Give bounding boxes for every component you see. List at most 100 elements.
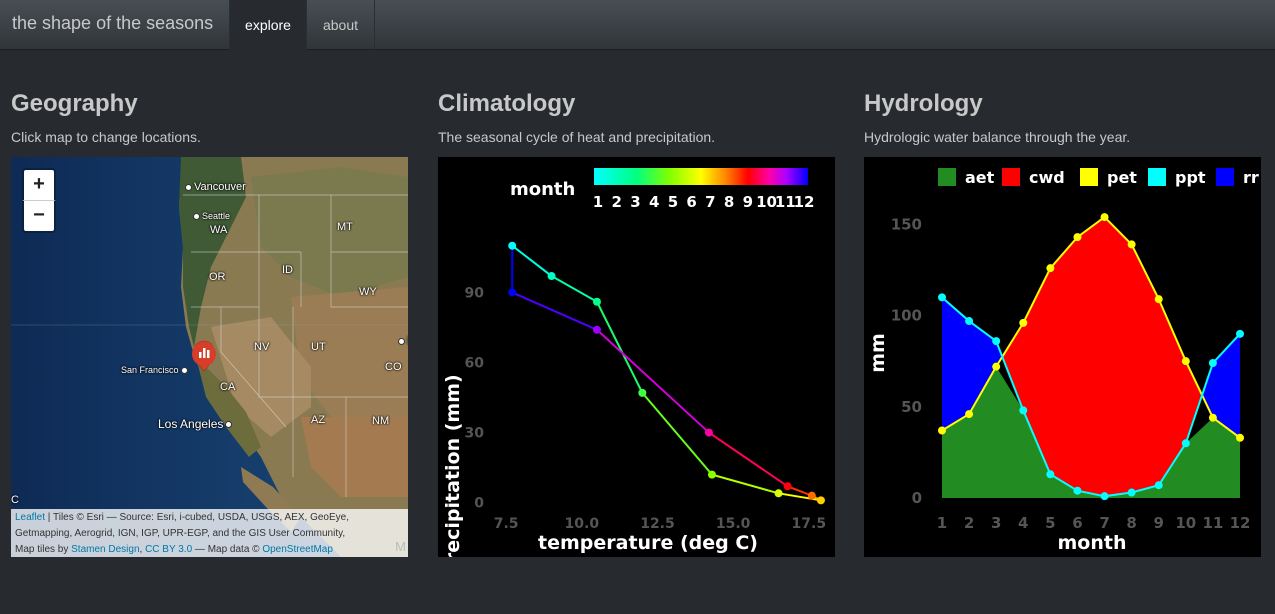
colorbar-tick-label: 4: [649, 193, 659, 211]
app-brand[interactable]: the shape of the seasons: [12, 13, 213, 34]
x-tick-label: 17.5: [792, 516, 827, 532]
climatology-point: [704, 428, 713, 437]
y-tick-label: 100: [891, 307, 922, 325]
climatology-segment: [711, 473, 779, 495]
map-label-nv: NV: [254, 341, 270, 353]
climatology-segment: [641, 392, 713, 476]
legend-swatch-aet: [938, 168, 956, 186]
pet-point: [1046, 264, 1055, 273]
ppt-point: [992, 337, 1001, 346]
colorbar-tick-label: 12: [794, 193, 815, 211]
climatology-point: [816, 496, 825, 505]
geography-title: Geography: [11, 90, 138, 117]
legend-swatch-pet: [1080, 168, 1098, 186]
map-label-nm: NM: [372, 415, 390, 427]
stamen-link[interactable]: Stamen Design: [71, 544, 139, 555]
map-label-ut: UT: [311, 341, 326, 353]
ppt-point: [1181, 439, 1190, 448]
climatology-svg: month 1 2 3 4 5 6 7 8 9 101112 0306090 7.5 10.0 12.…: [442, 168, 827, 557]
ppt-point: [1100, 492, 1109, 501]
zoom-out-button[interactable]: −: [22, 200, 56, 233]
attribution-line2: Getmapping, Aerogrid, IGN, IGP, UPR-EGP,…: [15, 528, 346, 539]
climatology-segment: [551, 275, 598, 303]
x-tick-label: 10.0: [565, 516, 600, 532]
legend-swatch-ppt: [1148, 168, 1166, 186]
x-tick-label: 4: [1018, 514, 1028, 532]
x-tick-label: 11: [1202, 514, 1223, 532]
climatology-xlabel: temperature (deg C): [538, 532, 758, 554]
x-tick-label: 7.5: [494, 516, 519, 532]
climatology-point: [508, 241, 517, 250]
map-label-seattle: Seattle: [191, 211, 230, 221]
climatology-segment: [511, 291, 598, 331]
geography-subtitle: Click map to change locations.: [11, 129, 201, 145]
climatology-ylabel: precipitation (mm): [442, 374, 464, 557]
x-tick-label: 7: [1099, 514, 1109, 532]
x-tick-label: 8: [1126, 514, 1136, 532]
x-tick-label: 6: [1072, 514, 1082, 532]
map-label-id: ID: [282, 264, 293, 276]
colorbar-tick-label: 6: [686, 193, 696, 211]
ppt-point: [1236, 329, 1244, 338]
legend-label-rr: rr: [1243, 168, 1259, 187]
map-label-los-angeles: Los Angeles: [158, 417, 234, 431]
y-tick-label: 50: [901, 398, 922, 416]
colorbar-tick-label: 3: [630, 193, 640, 211]
map-label-vancouver: Vancouver: [183, 181, 246, 193]
pet-point: [992, 362, 1001, 371]
climatology-point: [774, 489, 783, 498]
osm-link[interactable]: OpenStreetMap: [262, 544, 333, 555]
legend-label-pet: pet: [1107, 168, 1137, 187]
map-label-co: CO: [385, 361, 402, 373]
ppt-point: [1154, 481, 1163, 490]
map-label-az: AZ: [311, 414, 326, 426]
map[interactable]: + − Vancouver Seattle WA MT OR ID WY NV …: [11, 157, 408, 557]
zoom-in-button[interactable]: +: [22, 168, 56, 202]
y-tick-label: 150: [891, 215, 922, 233]
x-tick-label: 1: [937, 514, 947, 532]
tab-about[interactable]: about: [307, 0, 375, 50]
map-label-ca: CA: [220, 381, 236, 393]
legend-label-aet: aet: [965, 168, 995, 187]
y-tick-label: 60: [465, 355, 485, 371]
leaflet-link[interactable]: Leaflet: [15, 512, 45, 523]
legend-label-cwd: cwd: [1029, 168, 1065, 187]
x-tick-label: 12: [1230, 514, 1251, 532]
map-label-edge-c: C: [11, 494, 19, 506]
y-tick-label: 0: [474, 496, 484, 512]
pet-point: [1236, 433, 1244, 442]
x-tick-label: 10: [1175, 514, 1196, 532]
hydrology-chart: aet cwd pet ppt rr 0 50 100 150 1 2 3 4 5 6 7 8 9 10 11 12…: [864, 157, 1261, 557]
climatology-colorbar: [594, 168, 808, 185]
climatology-point: [638, 388, 647, 397]
colorbar-tick-label: 1: [593, 193, 603, 211]
ppt-point: [1127, 488, 1136, 497]
x-tick-label: 15.0: [716, 516, 751, 532]
hydrology-xlabel: month: [1058, 532, 1127, 554]
ppt-point: [1073, 486, 1082, 495]
x-tick-label: 5: [1045, 514, 1055, 532]
colorbar-tick-label: 2: [612, 193, 622, 211]
legend-swatch-cwd: [1002, 168, 1020, 186]
hydrology-ylabel: mm: [867, 333, 889, 373]
climatology-segment: [708, 431, 789, 488]
climatology-subtitle: The seasonal cycle of heat and precipita…: [438, 129, 716, 145]
attribution-line3-prefix: Map tiles by: [15, 544, 72, 555]
x-tick-label: 9: [1154, 514, 1164, 532]
attribution-line3-mid: — Map data ©: [192, 544, 263, 555]
climatology-segment: [596, 329, 710, 434]
climatology-point: [807, 491, 816, 500]
colorbar-tick-label: 7: [705, 193, 715, 211]
ccby-link[interactable]: CC BY 3.0: [145, 544, 192, 555]
climatology-title: Climatology: [438, 90, 576, 117]
map-label-wa: WA: [210, 224, 228, 236]
pet-point: [1127, 240, 1136, 249]
map-label-or: OR: [209, 271, 226, 283]
colorbar-tick-label: 9: [743, 193, 753, 211]
map-label-wy: WY: [359, 286, 377, 298]
climatology-point: [592, 325, 601, 334]
y-tick-label: 30: [465, 426, 485, 442]
hydrology-subtitle: Hydrologic water balance through the yea…: [864, 129, 1131, 145]
tab-explore[interactable]: explore: [229, 0, 307, 50]
pet-point: [1073, 233, 1082, 242]
